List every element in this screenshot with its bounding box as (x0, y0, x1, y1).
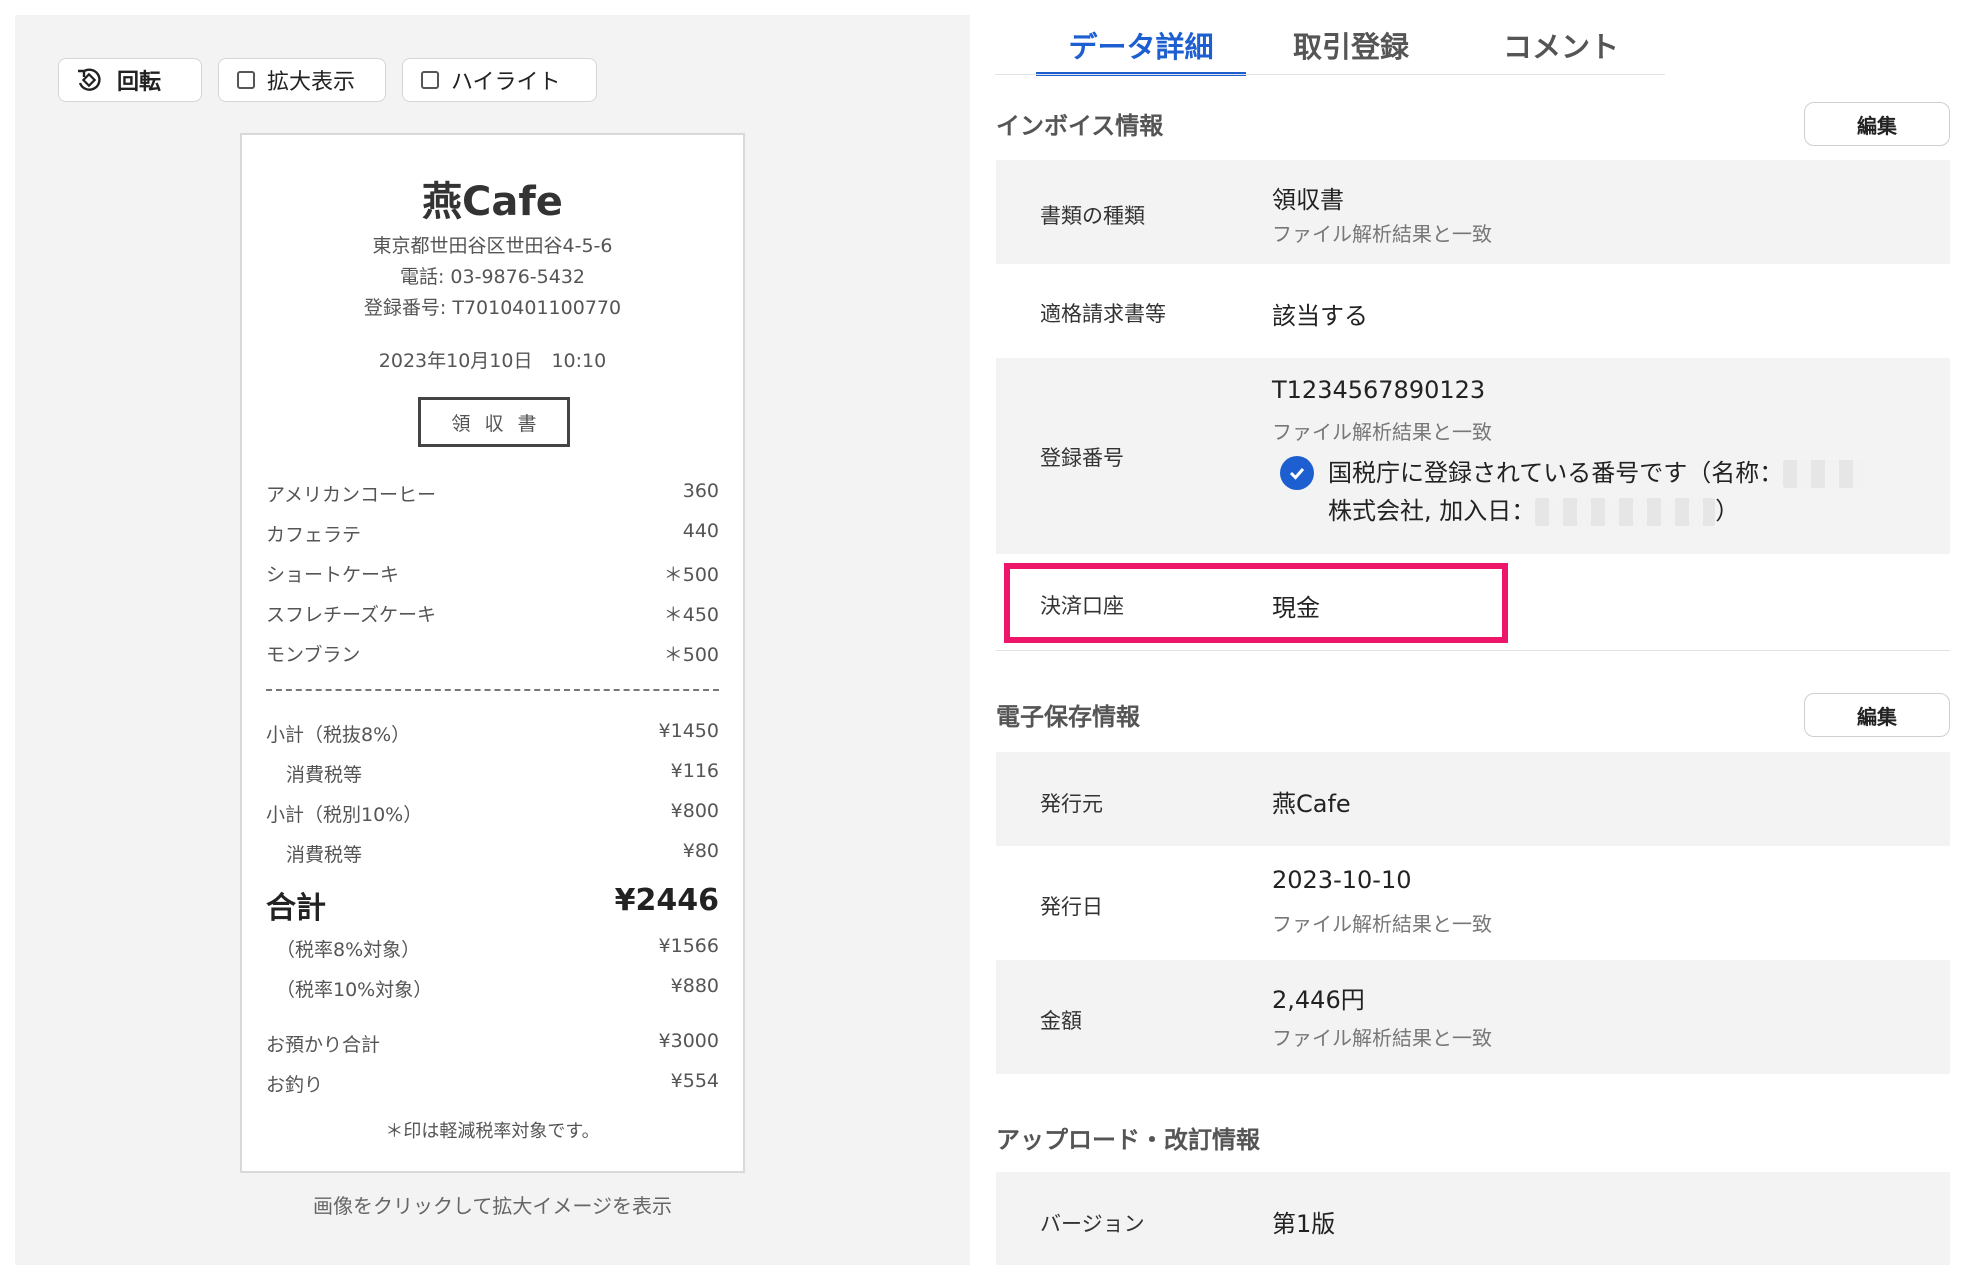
verify-text-close: ） (1715, 497, 1740, 525)
version-value: 第1版 (1272, 1210, 1336, 1238)
zoom-label: 拡大表示 (267, 70, 356, 95)
registration-label: 登録番号 (1040, 446, 1124, 470)
doc-type-label: 書類の種類 (1040, 204, 1145, 228)
receipt-datetime: 2023年10月10日 10:10 (378, 350, 607, 372)
viewer-caption: 画像をクリックして拡大イメージを表示 (313, 1194, 672, 1218)
receipt-subtotal-8: 小計（税抜8%） ¥1450 (266, 720, 719, 746)
tab-data-detail[interactable]: データ詳細 (1036, 18, 1246, 76)
receipt-item: スフレチーズケーキ ＊450 (266, 604, 719, 626)
issue-date-row: 発行日 2023-10-10 ファイル解析結果と一致 (996, 846, 1950, 960)
receipt-total: 合計 ¥2446 (266, 883, 719, 926)
storage-edit-button[interactable]: 編集 (1804, 693, 1950, 737)
amount-label: 金額 (1040, 1009, 1082, 1033)
receipt-rate-8: （税率8%対象） ¥1566 (276, 935, 719, 961)
highlight-label: ハイライト (451, 70, 561, 95)
zoom-toggle[interactable]: 拡大表示 (218, 58, 386, 102)
registration-value: T1234567890123 (1272, 376, 1486, 404)
highlight-toggle[interactable]: ハイライト (402, 58, 597, 102)
receipt-item: カフェラテ 440 (266, 520, 719, 546)
receipt-store-name: 燕Cafe (422, 179, 563, 225)
upload-section-title: アップロード・改訂情報 (996, 1126, 1260, 1154)
verify-text-line2: 株式会社, 加入日： (1328, 497, 1536, 525)
amount-match: ファイル解析結果と一致 (1272, 1026, 1492, 1050)
receipt-address: 東京都世田谷区世田谷4-5-6 (372, 235, 613, 257)
zoom-checkbox[interactable] (237, 71, 255, 89)
tab-comment[interactable]: コメント (1456, 18, 1666, 76)
receipt-change: お釣り ¥554 (266, 1070, 719, 1096)
redacted-join-date (1535, 498, 1716, 526)
rotate-icon (78, 68, 101, 91)
receipt-registration: 登録番号: T7010401100770 (363, 297, 622, 319)
verify-text-line1: 国税庁に登録されている番号です（名称： (1328, 459, 1784, 487)
receipt-divider (266, 689, 719, 691)
tab-transaction[interactable]: 取引登録 (1246, 18, 1456, 76)
section-divider (996, 650, 1950, 651)
receipt-subtotal-10: 小計（税別10%） ¥800 (266, 800, 719, 826)
redacted-company-name (1783, 460, 1864, 488)
receipt-tax-8: 消費税等 ¥116 (286, 760, 719, 786)
detail-tabs: データ詳細 取引登録 コメント (1036, 18, 1666, 76)
rotate-label: 回転 (117, 70, 162, 95)
doc-type-match: ファイル解析結果と一致 (1272, 222, 1492, 246)
version-label: バージョン (1040, 1212, 1145, 1236)
verified-check-icon (1280, 456, 1314, 490)
issuer-row: 発行元 燕Cafe (996, 752, 1950, 846)
receipt-item: アメリカンコーヒー 360 (266, 480, 719, 506)
registration-verified: 国税庁に登録されている番号です（名称： 株式会社, 加入日： ） (1280, 454, 1864, 530)
registration-match: ファイル解析結果と一致 (1272, 420, 1492, 444)
viewer-toolbar: 回転 拡大表示 ハイライト (58, 58, 597, 102)
payment-highlight-box (1004, 563, 1508, 643)
tabs-divider (995, 74, 1665, 75)
amount-value: 2,446円 (1272, 986, 1365, 1014)
invoice-section-title: インボイス情報 (996, 112, 1164, 140)
qualified-row: 適格請求書等 該当する (996, 264, 1950, 358)
receipt-note: ＊印は軽減税率対象です。 (385, 1121, 600, 1142)
qualified-value: 該当する (1272, 302, 1368, 330)
receipt-item: モンブラン ＊500 (266, 644, 719, 666)
amount-row: 金額 2,446円 ファイル解析結果と一致 (996, 960, 1950, 1074)
highlight-checkbox[interactable] (421, 71, 439, 89)
invoice-edit-button[interactable]: 編集 (1804, 102, 1950, 146)
receipt-item: ショートケーキ ＊500 (266, 564, 719, 586)
qualified-label: 適格請求書等 (1040, 302, 1166, 326)
rotate-button[interactable]: 回転 (58, 58, 202, 102)
issue-date-match: ファイル解析結果と一致 (1272, 912, 1492, 936)
receipt-tax-10: 消費税等 ¥80 (286, 840, 719, 866)
doc-type-row: 書類の種類 領収書 ファイル解析結果と一致 (996, 160, 1950, 264)
receipt-phone: 電話: 03-9876-5432 (399, 266, 586, 288)
issue-date-label: 発行日 (1040, 895, 1103, 919)
receipt-image[interactable]: 燕Cafe 東京都世田谷区世田谷4-5-6 電話: 03-9876-5432 登… (240, 133, 745, 1173)
issuer-label: 発行元 (1040, 792, 1103, 816)
version-row: バージョン 第1版 (996, 1172, 1950, 1265)
doc-type-value: 領収書 (1272, 186, 1344, 214)
storage-section-title: 電子保存情報 (996, 703, 1140, 731)
receipt-viewer: 回転 拡大表示 ハイライト 燕Cafe 東京都世田谷区世田谷4-5-6 電話: … (15, 15, 970, 1265)
receipt-doc-title: 領収書 (418, 397, 570, 447)
issuer-value: 燕Cafe (1272, 790, 1351, 818)
issue-date-value: 2023-10-10 (1272, 866, 1412, 894)
receipt-rate-10: （税率10%対象） ¥880 (276, 975, 719, 1001)
registration-row: 登録番号 T1234567890123 ファイル解析結果と一致 国税庁に登録され… (996, 358, 1950, 554)
receipt-received: お預かり合計 ¥3000 (266, 1030, 719, 1056)
